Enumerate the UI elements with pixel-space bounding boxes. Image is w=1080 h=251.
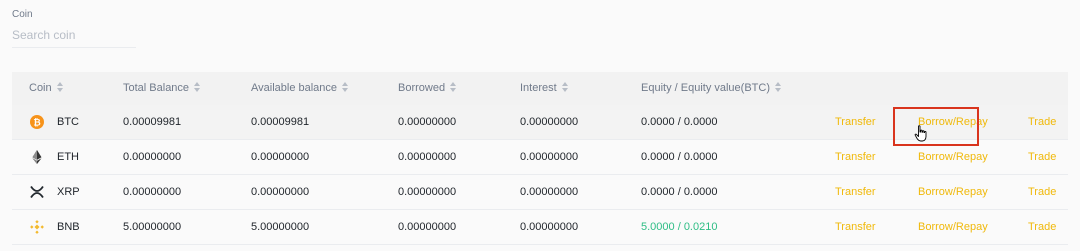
borrowed: 0.00000000 [398,116,457,128]
sort-icon [775,82,781,93]
borrow-repay-button[interactable]: Borrow/Repay [918,140,988,174]
table-row: ₿ BTC 0.00009981 0.00009981 0.00000000 0… [12,105,1068,140]
column-header-equity[interactable]: Equity / Equity value(BTC) [641,72,781,105]
transfer-button[interactable]: Transfer [835,175,876,209]
equity: 0.0000 / 0.0000 [641,186,718,198]
column-header-coin[interactable]: Coin [29,72,63,105]
equity: 0.0000 / 0.0000 [641,116,718,128]
search-coin-input[interactable] [12,26,136,48]
balances-table: Coin Total Balance Available balance Bor… [12,72,1068,245]
btc-icon: ₿ [30,115,44,129]
table-row: XRP 0.00000000 0.00000000 0.00000000 0.0… [12,175,1068,210]
sort-icon [56,82,63,93]
column-header-available-balance[interactable]: Available balance [251,72,349,105]
column-header-total-balance[interactable]: Total Balance [123,72,201,105]
borrowed: 0.00000000 [398,151,457,163]
available-balance: 5.00000000 [251,221,310,233]
coin-name: ETH [57,151,79,163]
trade-button[interactable]: Trade [1028,140,1056,174]
coin-name: BNB [57,221,80,233]
borrow-repay-button[interactable]: Borrow/Repay [918,175,988,209]
coin-filter: Coin [12,9,136,48]
interest: 0.00000000 [520,116,579,128]
borrow-repay-button[interactable]: Borrow/Repay [918,210,988,244]
interest: 0.00000000 [520,151,579,163]
sort-icon [342,82,349,93]
xrp-icon [30,185,44,199]
coin-name: BTC [57,116,79,128]
available-balance: 0.00009981 [251,116,310,128]
trade-button[interactable]: Trade [1028,105,1056,139]
eth-icon [32,150,42,164]
transfer-button[interactable]: Transfer [835,105,876,139]
total-balance: 0.00009981 [123,116,182,128]
sort-icon [194,82,201,93]
trade-button[interactable]: Trade [1028,210,1056,244]
trade-button[interactable]: Trade [1028,175,1056,209]
transfer-button[interactable]: Transfer [835,210,876,244]
borrow-repay-button[interactable]: Borrow/Repay [918,105,988,139]
sort-icon [450,82,457,93]
transfer-button[interactable]: Transfer [835,140,876,174]
coin-filter-label: Coin [12,9,33,20]
equity: 5.0000 / 0.0210 [641,221,718,233]
borrowed: 0.00000000 [398,186,457,198]
interest: 0.00000000 [520,221,579,233]
column-header-interest[interactable]: Interest [520,72,568,105]
available-balance: 0.00000000 [251,151,310,163]
total-balance: 5.00000000 [123,221,182,233]
available-balance: 0.00000000 [251,186,310,198]
sort-icon [561,82,568,93]
total-balance: 0.00000000 [123,186,182,198]
bnb-icon [30,220,44,234]
interest: 0.00000000 [520,186,579,198]
table-header: Coin Total Balance Available balance Bor… [12,72,1068,105]
coin-name: XRP [57,186,80,198]
borrowed: 0.00000000 [398,221,457,233]
svg-text:₿: ₿ [33,118,40,129]
total-balance: 0.00000000 [123,151,182,163]
table-row: BNB 5.00000000 5.00000000 0.00000000 0.0… [12,210,1068,245]
equity: 0.0000 / 0.0000 [641,151,718,163]
table-row: ETH 0.00000000 0.00000000 0.00000000 0.0… [12,140,1068,175]
column-header-borrowed[interactable]: Borrowed [398,72,457,105]
hand-cursor-icon [914,125,927,142]
